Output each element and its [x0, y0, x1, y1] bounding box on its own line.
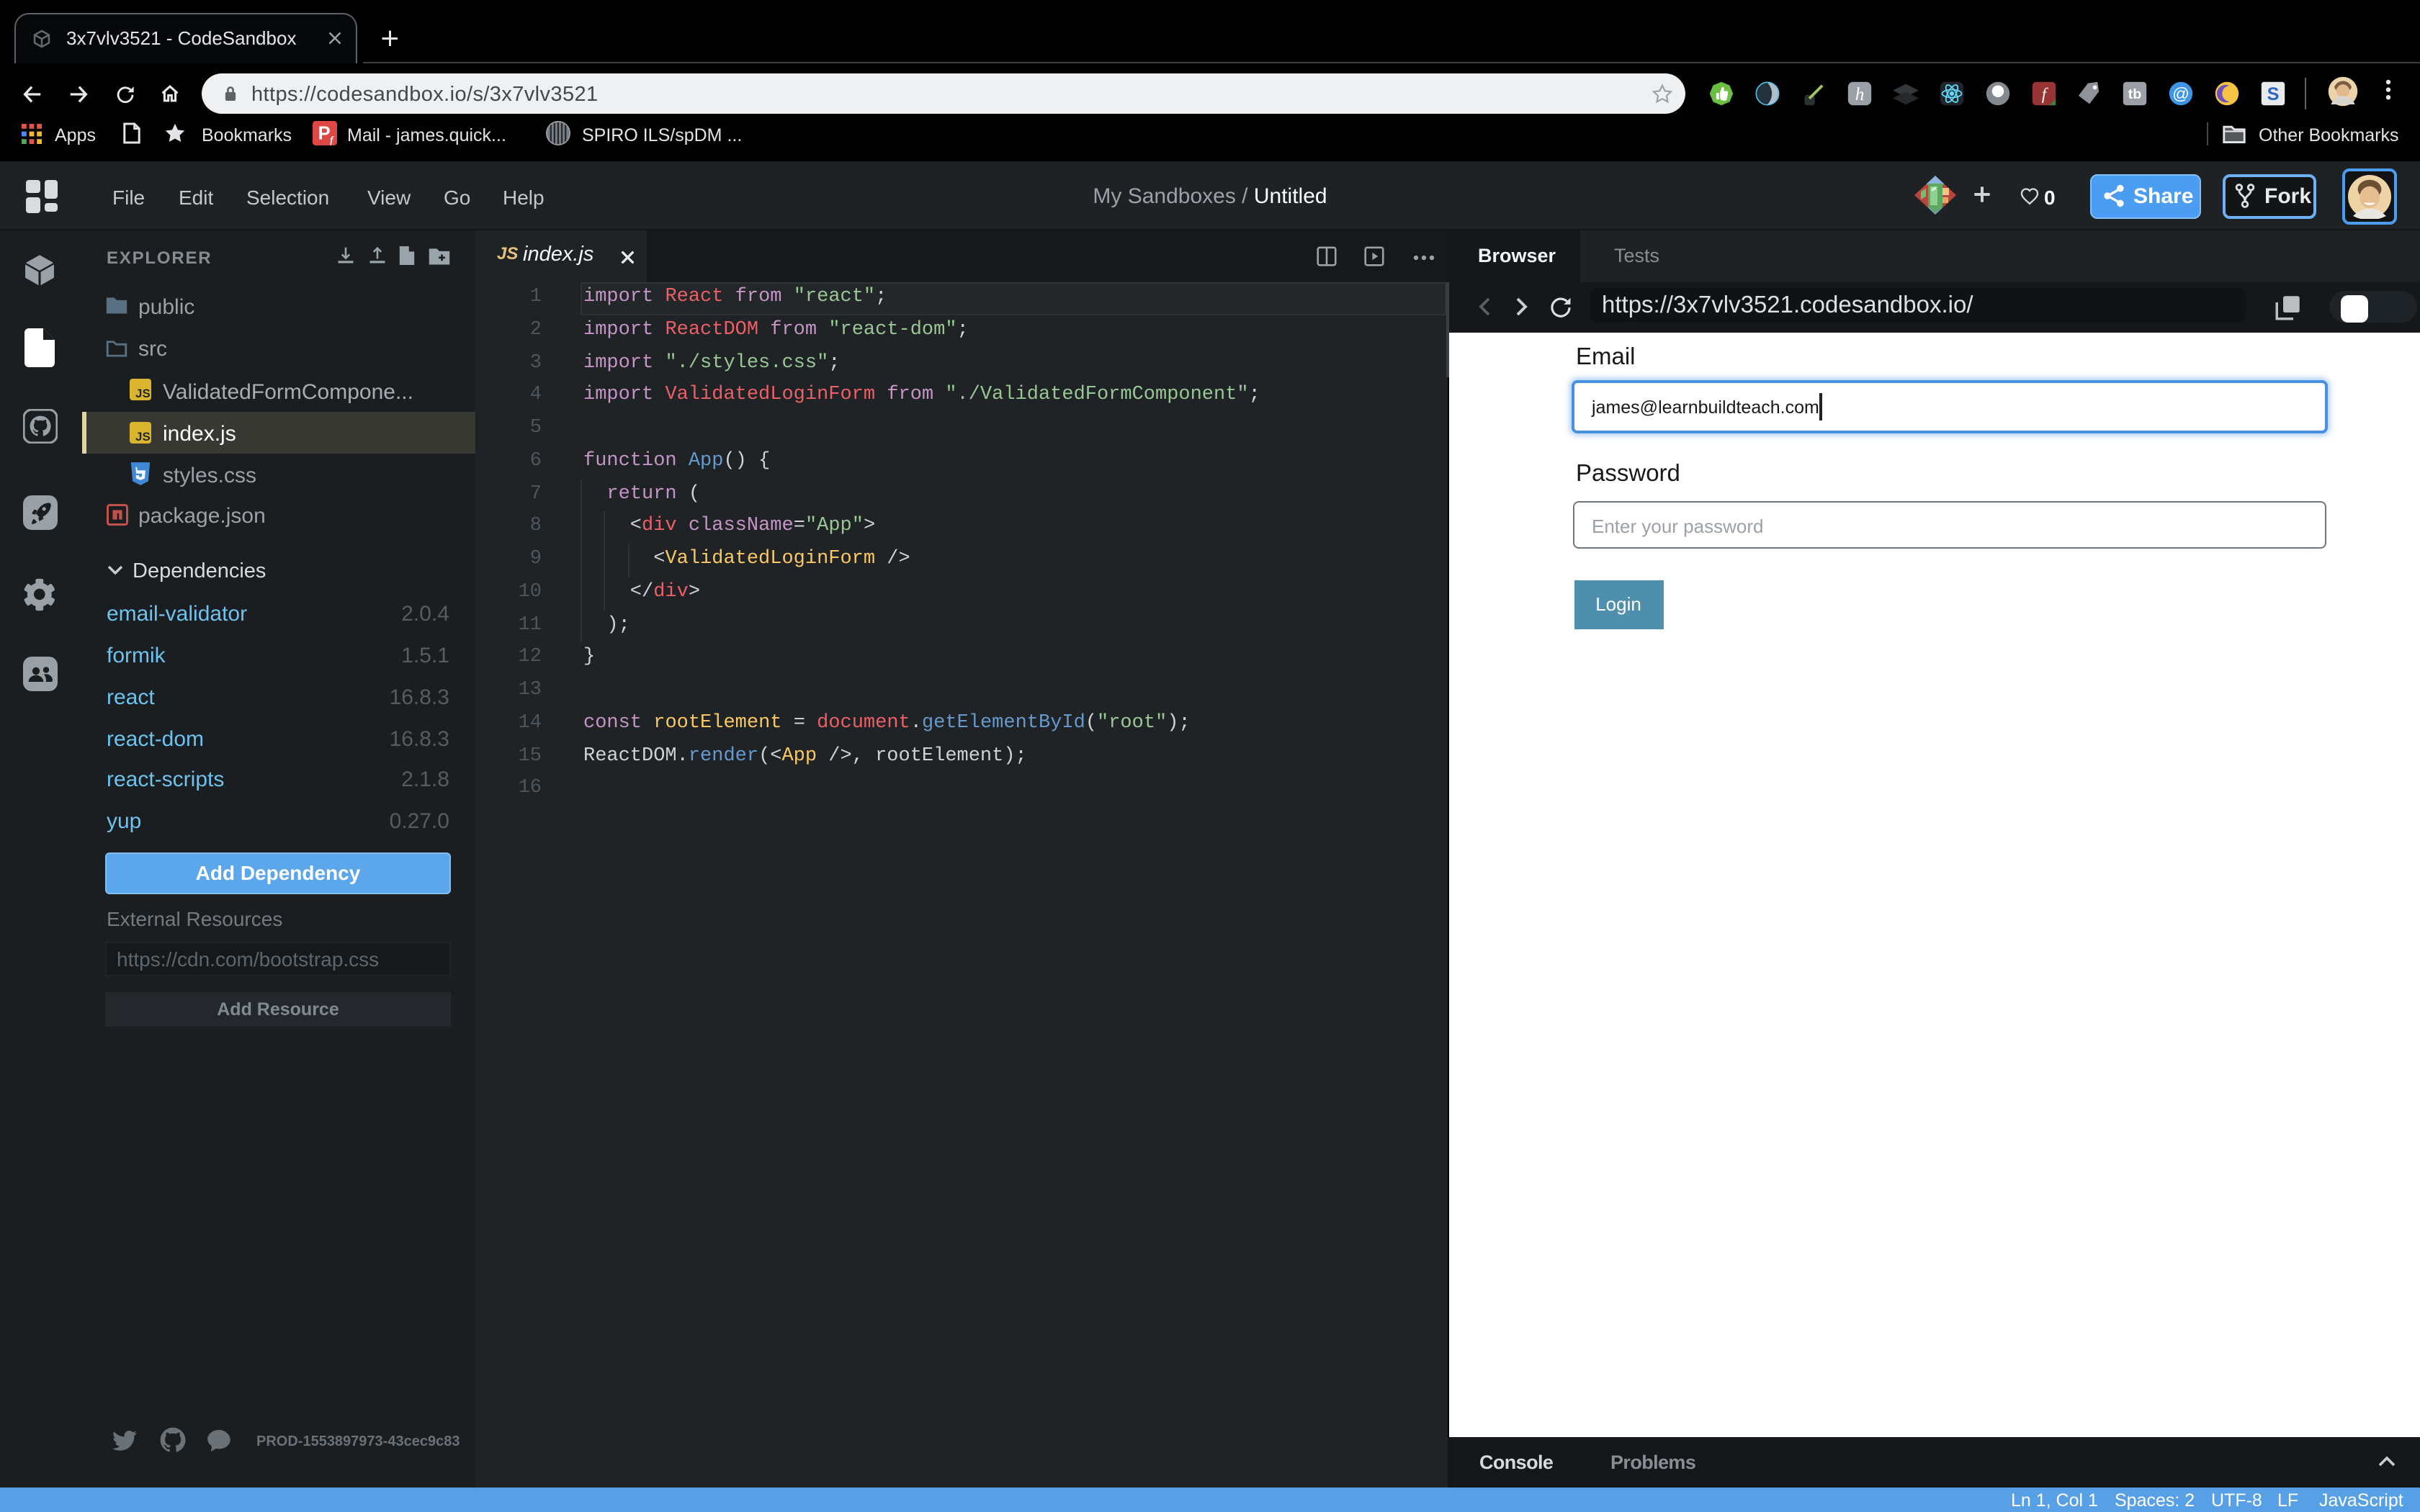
- svg-text:tb: tb: [2128, 86, 2142, 102]
- svg-text:h: h: [1855, 85, 1865, 104]
- svg-text:P: P: [318, 124, 331, 144]
- svg-text:S: S: [2267, 84, 2280, 104]
- svg-text:@: @: [2172, 84, 2190, 103]
